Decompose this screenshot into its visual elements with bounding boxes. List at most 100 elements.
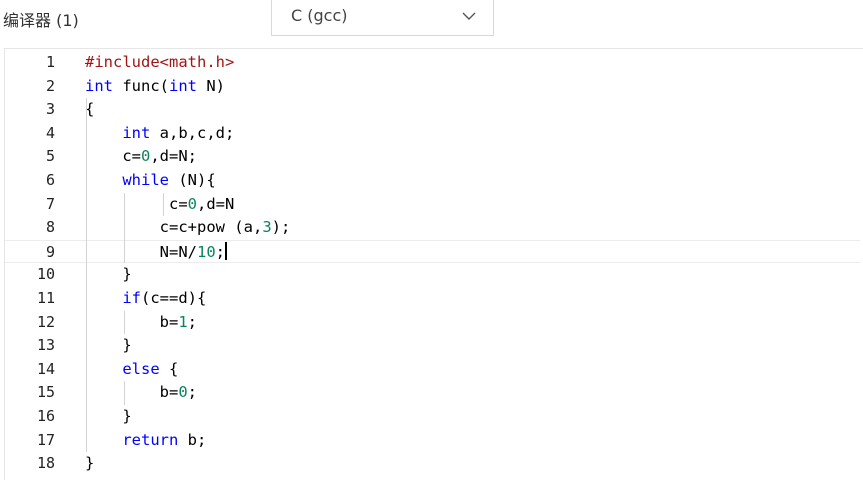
indent-guide [86, 98, 87, 453]
code-line[interactable]: 8 c=c+pow (a,3); [5, 216, 860, 240]
code-text: int a,b,c,d; [85, 122, 234, 146]
code-line[interactable]: 17 return b; [5, 429, 860, 453]
text-cursor [225, 241, 227, 260]
code-token: c= [85, 194, 188, 213]
line-number: 10 [36, 265, 55, 284]
code-text: N=N/10; [85, 241, 227, 265]
code-token: } [85, 265, 132, 284]
code-line[interactable]: 4 int a,b,c,d; [5, 122, 860, 146]
code-line[interactable]: 7 c=0,d=N [5, 193, 860, 217]
code-line[interactable]: 13 } [5, 334, 860, 358]
code-text: b=1; [85, 311, 197, 335]
code-token: { [159, 359, 179, 378]
code-token: while [122, 171, 169, 189]
code-token: 0 [178, 383, 188, 402]
code-text: } [85, 452, 94, 476]
line-number: 13 [36, 336, 55, 355]
code-token: if [122, 289, 141, 307]
code-line[interactable]: 1 #include<math.h> [5, 51, 860, 75]
code-token: b= [85, 383, 179, 402]
code-line[interactable]: 2 int func(int N) [5, 75, 860, 99]
line-number: 15 [36, 383, 55, 402]
code-token: N) [197, 76, 225, 95]
code-token: ); [271, 218, 291, 237]
line-number: 1 [45, 53, 55, 71]
code-token: ,d=N [197, 194, 235, 213]
line-number: 7 [45, 194, 55, 213]
indent-guide [163, 192, 164, 217]
code-token: #include<math.h> [85, 53, 235, 71]
line-number: 11 [36, 289, 55, 307]
line-number: 18 [36, 454, 55, 473]
code-token: else [122, 359, 160, 378]
code-text: } [85, 405, 132, 429]
code-token: ; [187, 312, 198, 331]
code-token: b; [178, 430, 207, 449]
code-text: int func(int N) [85, 75, 225, 99]
code-text: if(c==d){ [85, 287, 206, 311]
line-number: 5 [45, 147, 55, 166]
code-line[interactable]: 12 b=1; [5, 311, 860, 335]
code-line[interactable]: 5 c=0,d=N; [5, 145, 860, 169]
code-editor[interactable]: 1 #include<math.h> 2 int func(int N) 3{4 int… [4, 48, 863, 480]
line-number: 8 [45, 218, 55, 237]
code-token: } [85, 336, 132, 355]
code-token: ; [187, 383, 198, 402]
line-number: 12 [36, 312, 55, 331]
code-line[interactable]: 14 else { [5, 358, 860, 382]
code-text: else { [85, 358, 178, 382]
code-token: c= [85, 147, 141, 166]
code-text: return b; [85, 429, 206, 453]
line-number: 17 [36, 430, 55, 449]
code-text: c=0,d=N [85, 193, 234, 217]
code-token: int [85, 76, 113, 95]
code-line[interactable]: 16 } [5, 405, 860, 429]
code-token: 10 [196, 242, 216, 261]
code-line[interactable]: 11 if(c==d){ [5, 287, 860, 311]
code-token: return [122, 430, 179, 449]
code-token: (c==d){ [141, 289, 207, 307]
code-token: (N){ [169, 171, 216, 189]
code-line[interactable]: 9 N=N/10; [5, 239, 860, 265]
code-token: int [122, 123, 151, 142]
code-token: c=c+pow (a, [85, 218, 263, 237]
code-text: } [85, 334, 132, 358]
indent-guide [124, 192, 125, 264]
language-select[interactable]: C (gcc) [271, 0, 494, 36]
code-token: } [85, 407, 132, 425]
code-token: b= [85, 312, 179, 331]
code-token: 1 [178, 312, 188, 331]
code-text: c=c+pow (a,3); [85, 216, 291, 240]
toolbar: 编译器 (1) C (gcc) [0, 0, 863, 44]
code-text: b=0; [85, 381, 197, 405]
language-select-value: C (gcc) [291, 6, 348, 25]
code-line[interactable]: 15 b=0; [5, 381, 860, 405]
code-token: a,b,c,d; [150, 123, 235, 142]
code-token: func( [113, 76, 169, 95]
code-line[interactable]: 6 while (N){ [5, 169, 860, 193]
code-text: } [85, 263, 132, 287]
indent-guide [124, 310, 125, 335]
line-number: 3 [45, 100, 55, 119]
compiler-label: 编译器 (1) [3, 11, 79, 30]
code-token: ; [215, 242, 225, 261]
code-line[interactable]: 3{ [5, 98, 860, 122]
line-number: 14 [36, 359, 55, 378]
code-token: } [85, 454, 95, 473]
code-line[interactable]: 18} [5, 452, 860, 476]
code-token: N=N/ [85, 242, 197, 261]
code-token: 0 [141, 147, 151, 166]
line-number: 6 [45, 171, 55, 189]
code-token: ,d=N; [150, 147, 198, 166]
chevron-down-icon [462, 12, 476, 20]
code-text: c=0,d=N; [85, 145, 197, 169]
code-text: #include<math.h> [85, 51, 234, 75]
code-token: 3 [262, 218, 272, 237]
code-line[interactable]: 10 } [5, 263, 860, 287]
code-token: int [169, 76, 197, 95]
line-number: 16 [36, 407, 55, 425]
